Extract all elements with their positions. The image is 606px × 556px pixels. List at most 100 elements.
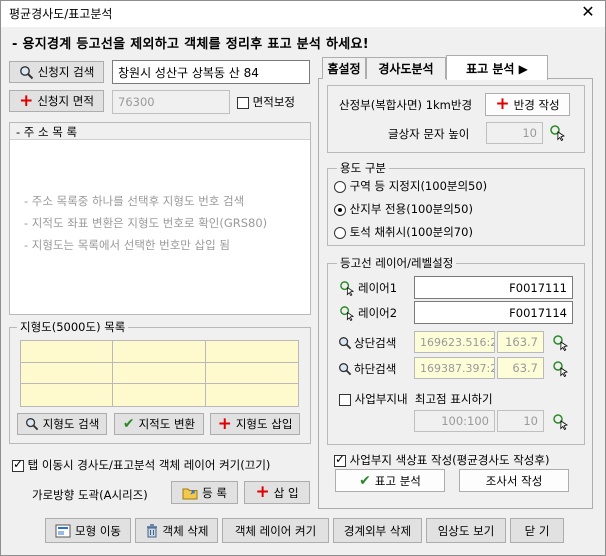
address-list-title: - 주 소 목 록 <box>16 125 78 139</box>
search-icon <box>25 418 38 431</box>
text-height-label: 글상자 문자 높이 <box>388 127 470 141</box>
upper-search[interactable]: 상단검색 <box>338 335 396 351</box>
cadastral-convert-button[interactable]: ✔ 지적도 변환 <box>114 413 204 435</box>
move-icon <box>55 524 71 537</box>
insert-button[interactable]: + 삽 입 <box>244 481 310 504</box>
radius-label: 반경 작성 <box>513 97 560 112</box>
applicant-area-label: 신청지 면적 <box>37 94 94 108</box>
map-list-grid[interactable] <box>20 340 299 407</box>
layer2-pick[interactable]: 레이어2 <box>339 305 397 321</box>
horizontal-label: 가로방향 도곽(A시리즈) <box>32 488 148 502</box>
usage-group-title: 용도 구분 <box>337 160 389 176</box>
map-insert-button[interactable]: + 지형도 삽입 <box>210 413 300 435</box>
register-button[interactable]: 등 록 <box>171 481 238 504</box>
trash-icon <box>146 524 157 538</box>
layer1-field[interactable]: F0017111 <box>414 276 573 299</box>
color-table-box[interactable] <box>334 452 346 467</box>
search-icon <box>339 337 352 350</box>
lower-level-field[interactable]: 63.7 <box>497 357 544 379</box>
radius-button[interactable]: + 반경 작성 <box>485 93 570 116</box>
survey-report-button[interactable]: 조사서 작성 <box>459 469 569 492</box>
usage-option-1[interactable]: 구역 등 지정지(100분의50) <box>334 178 487 194</box>
area-field[interactable]: 76300 <box>112 90 230 114</box>
tab-layer-toggle-checkbox[interactable]: 탭 이동시 경사도/표고분석 객체 레이어 켜기(끄기) <box>12 457 270 473</box>
color-table-checkbox[interactable]: 사업부지 색상표 작성(평균경사도 작성후) <box>334 452 549 468</box>
address-field[interactable]: 창원시 성산구 상복동 산 84 <box>112 60 310 84</box>
tab-layer-toggle-box[interactable] <box>12 457 24 472</box>
elevation-analysis-label: 표고 분석 <box>374 473 421 488</box>
cadastral-convert-label: 지적도 변환 <box>138 417 196 431</box>
layer1-label: 레이어1 <box>358 281 398 295</box>
max-point-field-1[interactable]: 100:100 <box>414 410 495 432</box>
map-cell[interactable] <box>205 341 298 363</box>
slope-label: 산정부(복합사면) 1km반경 <box>339 98 473 112</box>
usage-radio[interactable] <box>334 180 346 193</box>
notice-text: - 용지경계 등고선을 제외하고 객체를 정리후 표고 분석 하세요! <box>12 37 370 52</box>
forest-map-label: 임상도 보기 <box>437 523 495 538</box>
cursor-pick-icon[interactable] <box>549 124 566 141</box>
delete-outside-boundary-button[interactable]: 경계외부 삭제 <box>333 518 422 543</box>
close-window-button[interactable]: ✕ <box>577 2 599 24</box>
usage-option-1-label: 구역 등 지정지(100분의50) <box>349 179 488 193</box>
folder-icon <box>182 488 198 499</box>
color-table-label: 사업부지 색상표 작성(평균경사도 작성후) <box>349 453 550 467</box>
move-model-button[interactable]: 모형 이동 <box>45 518 131 543</box>
usage-option-3-label: 토석 채취시(100분의70) <box>349 225 473 239</box>
check-icon: ✔ <box>359 472 371 489</box>
address-hint-3: - 지형도는 목록에서 선택한 번호만 삽입 됨 <box>24 238 230 252</box>
register-label: 등 록 <box>202 485 227 500</box>
usage-option-3[interactable]: 토석 채취시(100분의70) <box>334 224 473 240</box>
lower-coord-field[interactable]: 169387.397:2 <box>414 357 495 379</box>
layer1-pick[interactable]: 레이어1 <box>339 280 397 296</box>
usage-radio[interactable] <box>334 203 346 216</box>
map-search-label: 지형도 검색 <box>42 417 100 431</box>
map-cell[interactable] <box>113 341 206 363</box>
map-cell[interactable] <box>21 341 114 363</box>
cursor-pick-icon[interactable] <box>552 334 569 351</box>
text-height-field[interactable]: 10 <box>486 122 543 144</box>
cursor-pick-icon <box>340 281 355 296</box>
upper-search-label: 상단검색 <box>354 336 397 350</box>
usage-radio[interactable] <box>334 226 346 239</box>
map-cell[interactable] <box>206 384 298 406</box>
map-cell[interactable] <box>21 362 114 385</box>
object-layer-on-button[interactable]: 객체 레이어 켜기 <box>222 518 329 543</box>
cursor-pick-icon[interactable] <box>552 413 569 430</box>
applicant-area-button[interactable]: + 신청지 면적 <box>9 90 104 112</box>
search-applicant-button[interactable]: 신청지 검색 <box>9 61 104 83</box>
upper-coord-field[interactable]: 169623.516:2 <box>414 331 495 353</box>
usage-option-2[interactable]: 산지부 전용(100분의50) <box>334 201 473 217</box>
search-applicant-label: 신청지 검색 <box>37 65 95 79</box>
delete-outside-boundary-label: 경계외부 삭제 <box>343 523 412 538</box>
delete-object-button[interactable]: 객체 삭제 <box>135 518 218 543</box>
search-icon <box>19 65 33 79</box>
layer2-field[interactable]: F0017114 <box>414 301 573 324</box>
plus-icon: + <box>255 482 270 502</box>
tab-slope-analysis[interactable]: 경사도분석 <box>366 57 446 79</box>
max-point-field-2[interactable]: 10 <box>497 410 544 432</box>
object-layer-on-label: 객체 레이어 켜기 <box>234 523 317 538</box>
map-search-button[interactable]: 지형도 검색 <box>17 413 107 435</box>
max-point-box[interactable] <box>339 393 351 406</box>
max-point-checkbox[interactable]: 사업부지내 최고점 표시하기 <box>339 391 493 407</box>
move-model-label: 모형 이동 <box>75 523 121 538</box>
close-button[interactable]: 닫 기 <box>510 518 564 543</box>
cursor-pick-icon[interactable] <box>552 360 569 377</box>
map-cell[interactable] <box>205 363 298 385</box>
area-correction-box[interactable] <box>237 96 249 109</box>
elevation-analysis-button[interactable]: ✔ 표고 분석 <box>335 469 445 492</box>
map-insert-label: 지형도 삽입 <box>235 417 293 431</box>
area-correction-label: 면적보정 <box>252 95 295 109</box>
survey-report-label: 조사서 작성 <box>485 473 543 488</box>
map-cell[interactable] <box>113 384 206 406</box>
upper-level-field[interactable]: 163.7 <box>497 331 544 353</box>
tab-home-settings[interactable]: 홈설정 <box>322 57 366 79</box>
map-cell[interactable] <box>21 384 114 406</box>
window-title: 평균경사도/표고분석 <box>9 7 113 21</box>
lower-search[interactable]: 하단검색 <box>338 361 396 377</box>
forest-map-button[interactable]: 임상도 보기 <box>426 518 506 543</box>
map-cell[interactable] <box>113 362 206 385</box>
tab-elevation-analysis[interactable]: 표고 분석 ▶ <box>446 55 548 80</box>
area-correction-checkbox[interactable]: 면적보정 <box>237 94 295 110</box>
insert-label: 삽 입 <box>273 485 299 500</box>
